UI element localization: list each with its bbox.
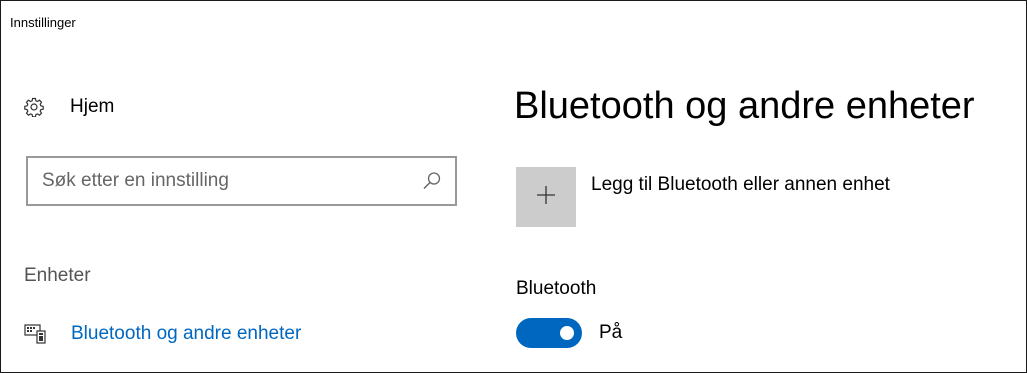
sidebar-item-bluetooth[interactable]: Bluetooth og andre enheter <box>24 323 301 345</box>
bluetooth-state-label: På <box>599 322 623 343</box>
gear-icon <box>23 96 45 118</box>
add-device-tile[interactable] <box>516 167 576 227</box>
search-box[interactable] <box>26 156 457 206</box>
search-icon[interactable] <box>421 170 443 192</box>
toggle-knob <box>560 326 574 340</box>
add-device-label: Legg til Bluetooth eller annen enhet <box>591 174 890 195</box>
search-input[interactable] <box>42 158 402 204</box>
sidebar-item-label: Bluetooth og andre enheter <box>71 323 302 344</box>
bluetooth-label: Bluetooth <box>516 278 597 299</box>
bluetooth-toggle[interactable] <box>516 318 582 348</box>
sidebar-home-button[interactable]: Hjem <box>23 96 114 118</box>
settings-window: Innstillinger Hjem Enheter <box>0 0 1027 373</box>
bluetooth-toggle-row: På <box>516 318 622 348</box>
window-title: Innstillinger <box>10 15 76 30</box>
add-device-button[interactable]: Legg til Bluetooth eller annen enhet <box>516 167 890 227</box>
plus-icon <box>535 184 557 211</box>
section-header-enheter: Enheter <box>24 265 91 286</box>
page-title: Bluetooth og andre enheter <box>514 85 975 127</box>
sidebar-home-label: Hjem <box>70 96 115 117</box>
devices-icon <box>24 323 48 345</box>
